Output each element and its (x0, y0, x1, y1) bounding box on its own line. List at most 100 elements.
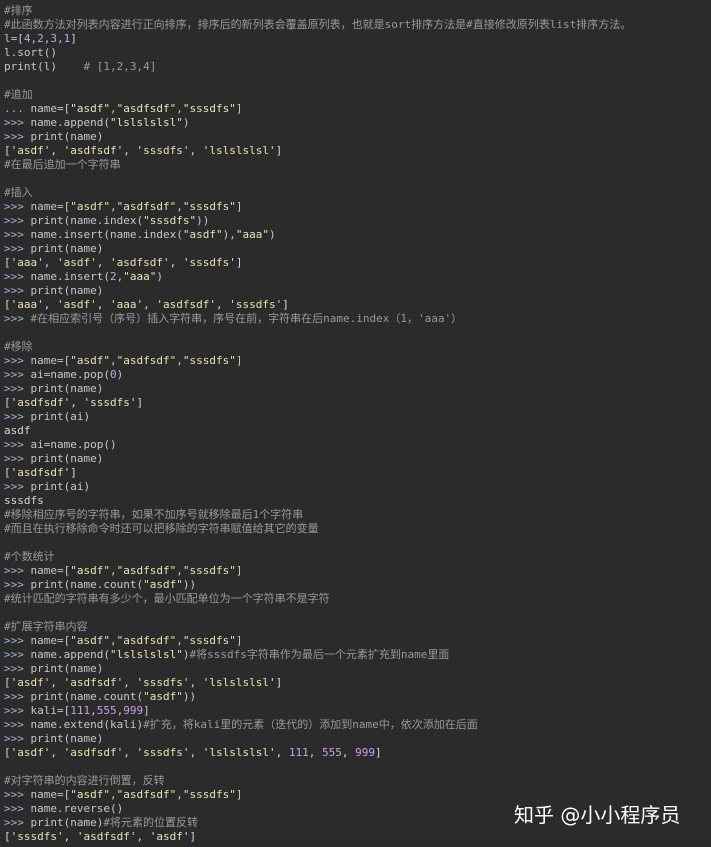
code-text: name.extend(kali) (30, 718, 144, 731)
repl-prompt: >>> (4, 662, 31, 675)
code-text: , (110, 788, 117, 801)
code-output: , (50, 676, 64, 689)
code-comment: #对字符串的内容进行倒置，反转 (4, 774, 165, 787)
code-output: ] (70, 466, 77, 479)
code-comment: #移除相应序号的字符串，如果不加序号就移除最后1个字符串 (4, 508, 304, 521)
code-line: ['sssdfs', 'asdfsdf', 'asdf'] (4, 830, 711, 844)
repl-prompt: >>> (4, 312, 31, 325)
string-literal: "asdfsdf" (116, 200, 177, 213)
code-text: , (176, 788, 183, 801)
code-line: >>> name.extend(kali)#扩充，将kali里的元素（迭代的）添… (4, 718, 711, 732)
code-text: ] (143, 704, 150, 717)
code-output: ] (275, 676, 283, 689)
code-text: name.append( (30, 648, 110, 661)
string-literal: "asdf" (182, 228, 223, 241)
string-literal: 'sssdfs' (83, 396, 137, 409)
code-text: ] (235, 788, 243, 801)
string-literal: "asdfsdf" (116, 354, 177, 367)
code-text: )) (196, 214, 210, 227)
code-line: >>> print(name) (4, 662, 711, 676)
code-line: ['asdf', 'asdfsdf', 'sssdfs', 'lslslslsl… (4, 746, 711, 760)
code-text: print(name) (30, 130, 104, 143)
string-literal: 'sssdfs' (136, 746, 190, 759)
code-text: ) (268, 228, 276, 241)
code-text: print(ai) (30, 410, 91, 423)
number-literal: 2 (109, 270, 117, 283)
repl-prompt: >>> (4, 480, 31, 493)
string-literal: "aaa" (123, 270, 157, 283)
string-literal: "aaa" (235, 228, 269, 241)
code-output: ] (189, 830, 197, 843)
code-line: >>> ai=name.pop(0) (4, 368, 711, 382)
code-line: #个数统计 (4, 550, 711, 564)
repl-prompt: >>> (4, 284, 31, 297)
code-text: ) (156, 270, 163, 283)
code-line: >>> name=["asdf","asdfsdf","sssdfs"] (4, 634, 711, 648)
code-text: , (176, 354, 183, 367)
repl-prompt: >>> (4, 200, 31, 213)
code-text: ), (222, 228, 236, 241)
code-output: , (275, 746, 289, 759)
code-output: , (341, 746, 356, 759)
code-text: )) (182, 578, 197, 591)
string-literal: 'lslslslsl' (202, 746, 276, 759)
repl-prompt: >>> (4, 228, 31, 241)
repl-prompt: >>> (4, 116, 31, 129)
code-text: , (90, 704, 97, 717)
code-line: print(l) # [1,2,3,4] (4, 60, 711, 74)
code-output: [ (4, 298, 11, 311)
code-output: , (50, 144, 64, 157)
code-text: print(name) (30, 816, 104, 829)
code-output: , (50, 746, 64, 759)
code-editor: #排序 #此函数方法对列表内容进行正向排序，排序后的新列表会覆盖原列表，也就是so… (4, 4, 711, 844)
string-literal: 'aaa' (10, 256, 44, 269)
code-text: ] (70, 32, 77, 45)
code-text: , (110, 634, 117, 647)
code-output: [ (4, 256, 11, 269)
code-text: name=[ (30, 564, 71, 577)
code-comment: #排序 (4, 4, 33, 17)
code-comment: #将sssdfs字符串作为最后一个元素扩充到name里面 (189, 648, 450, 661)
string-literal: "lslslslsl" (109, 648, 183, 661)
code-text: l.sort() (4, 46, 57, 59)
code-line: >>> name.append("lslslslsl") (4, 116, 711, 130)
code-output: , (136, 830, 150, 843)
code-text: print(name.count( (30, 690, 144, 703)
code-output: [ (4, 396, 11, 409)
string-literal: "asdf" (70, 564, 110, 577)
string-literal: "asdf" (70, 200, 110, 213)
repl-prompt: >>> (4, 634, 31, 647)
string-literal: 'asdf' (10, 144, 51, 157)
number-literal: 555 (96, 704, 117, 717)
string-literal: "asdf" (70, 354, 110, 367)
repl-prompt: >>> (4, 732, 31, 745)
code-text: , (176, 200, 183, 213)
string-literal: 'asdfsdf' (76, 830, 137, 843)
number-literal: 4 (23, 32, 31, 45)
code-text: ] (235, 354, 243, 367)
code-output: [ (4, 144, 11, 157)
code-line: ['asdfsdf'] (4, 466, 711, 480)
code-output: sssdfs (4, 494, 44, 507)
number-literal: 3 (50, 32, 57, 45)
code-text: print(name.count( (30, 578, 144, 591)
string-literal: "lslslslsl" (109, 116, 183, 129)
code-text: name.reverse() (30, 802, 124, 815)
code-text: )) (182, 690, 197, 703)
repl-prompt: >>> (4, 648, 31, 661)
string-literal: "asdf" (143, 578, 183, 591)
code-line: #移除相应序号的字符串，如果不加序号就移除最后1个字符串 (4, 508, 711, 522)
code-line: >>> print(name) (4, 452, 711, 466)
code-text: name=[ (30, 788, 71, 801)
repl-prompt: >>> (4, 354, 31, 367)
string-literal: "asdfsdf" (116, 102, 177, 115)
code-line: ['aaa', 'asdf', 'aaa', 'asdfsdf', 'sssdf… (4, 298, 711, 312)
code-text: name=[ (30, 200, 71, 213)
code-text: , (110, 102, 117, 115)
code-text: , (110, 354, 117, 367)
code-line: >>> name=["asdf","asdfsdf","sssdfs"] (4, 200, 711, 214)
code-output: [ (4, 830, 11, 843)
